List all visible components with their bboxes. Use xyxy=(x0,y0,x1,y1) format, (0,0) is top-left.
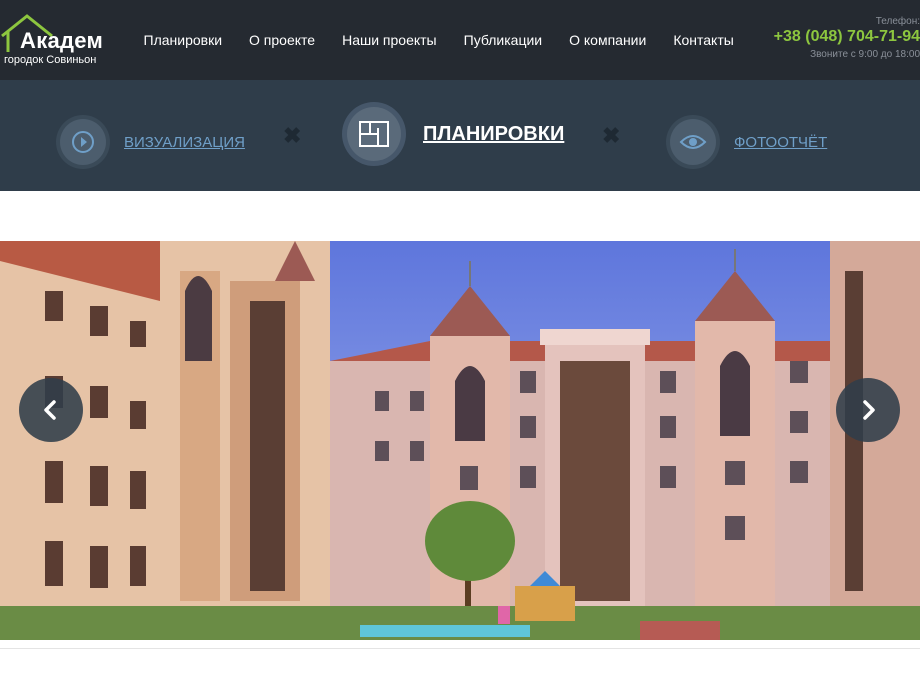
floorplan-icon xyxy=(347,107,401,161)
nav-item-our-projects[interactable]: Наши проекты xyxy=(342,32,437,48)
tab-separator: ✖ xyxy=(283,123,302,148)
phone-label: Телефон: xyxy=(875,16,920,27)
logo[interactable]: Академ городок Совиньон xyxy=(0,10,110,70)
main-nav: Планировки О проекте Наши проекты Публик… xyxy=(130,0,747,80)
tab-photo-report-label[interactable]: ФОТООТЧЁТ xyxy=(734,134,827,151)
slide-image xyxy=(0,241,920,640)
tab-visualization-label[interactable]: ВИЗУАЛИЗАЦИЯ xyxy=(124,134,245,151)
eye-icon xyxy=(670,119,716,165)
tab-visualization[interactable]: ВИЗУАЛИЗАЦИЯ xyxy=(60,119,245,165)
nav-item-contacts[interactable]: Контакты xyxy=(673,32,733,48)
slider-prev-button[interactable] xyxy=(19,378,83,442)
site-header: Академ городок Совиньон Планировки О про… xyxy=(0,0,920,80)
phone-block: Телефон: +38 (048) 704-71-94 Звоните с 9… xyxy=(760,16,920,60)
phone-hours: Звоните с 9:00 до 18:00 xyxy=(810,49,920,60)
tab-plans-label[interactable]: ПЛАНИРОВКИ xyxy=(423,123,564,146)
nav-item-plans[interactable]: Планировки xyxy=(144,32,223,48)
nav-item-publications[interactable]: Публикации xyxy=(464,32,542,48)
nav-item-about-company[interactable]: О компании xyxy=(569,32,646,48)
chevron-left-icon xyxy=(44,400,56,420)
logo-subtitle: городок Совиньон xyxy=(4,54,97,66)
phone-number[interactable]: +38 (048) 704-71-94 xyxy=(760,28,920,46)
nav-item-about-project[interactable]: О проекте xyxy=(249,32,315,48)
section-tabs: ВИЗУАЛИЗАЦИЯ ✖ ПЛАНИРОВКИ ✖ ФОТООТЧЁТ xyxy=(0,80,920,191)
slider-next-button[interactable] xyxy=(836,378,900,442)
content-divider xyxy=(0,648,920,649)
chevron-right-icon xyxy=(863,400,875,420)
tab-plans[interactable]: ПЛАНИРОВКИ xyxy=(347,107,564,161)
tab-separator: ✖ xyxy=(602,123,621,148)
logo-title: Академ xyxy=(20,28,104,53)
tab-photo-report[interactable]: ФОТООТЧЁТ xyxy=(670,119,827,165)
play-icon xyxy=(60,119,106,165)
image-slider xyxy=(0,241,920,640)
